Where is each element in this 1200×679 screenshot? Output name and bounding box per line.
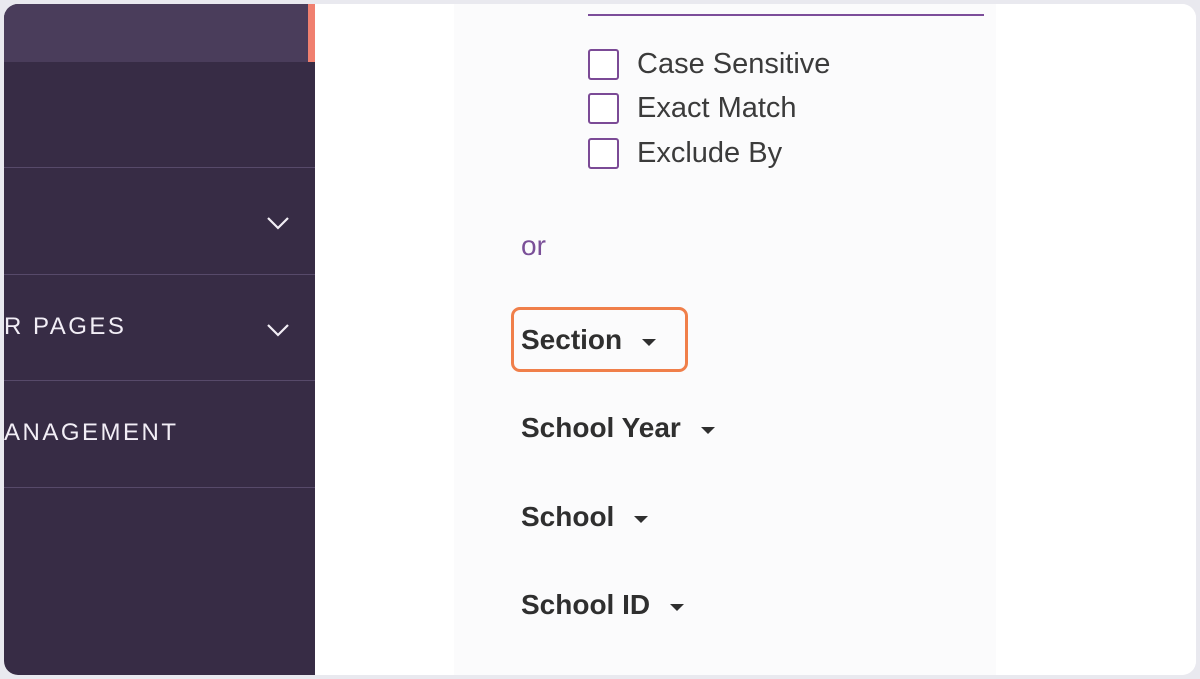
- chevron-down-icon: [267, 217, 289, 230]
- active-indicator: [308, 4, 315, 62]
- search-input-underline: [588, 14, 984, 16]
- exclude-by-label: Exclude By: [637, 136, 783, 169]
- caret-down-icon: [642, 338, 657, 346]
- exclude-by-checkbox[interactable]: [588, 137, 619, 169]
- case-sensitive-label: Case Sensitive: [637, 47, 831, 80]
- school-id-dropdown-label: School ID: [521, 589, 651, 620]
- or-separator: or: [521, 230, 546, 261]
- exact-match-option[interactable]: Exact Match: [588, 91, 797, 125]
- school-year-dropdown-label: School Year: [521, 412, 681, 443]
- school-dropdown[interactable]: School: [521, 501, 649, 533]
- sidebar-nav: R PAGES ANAGEMENT: [4, 4, 315, 675]
- sidebar-divider: [4, 487, 315, 488]
- section-dropdown[interactable]: Section: [521, 324, 657, 356]
- case-sensitive-option[interactable]: Case Sensitive: [588, 47, 830, 81]
- sidebar-item-label: R PAGES: [4, 313, 127, 340]
- sidebar-item-pages[interactable]: R PAGES: [4, 275, 315, 380]
- case-sensitive-checkbox[interactable]: [588, 48, 619, 80]
- caret-down-icon: [670, 603, 685, 611]
- sidebar-item-label: ANAGEMENT: [4, 419, 179, 446]
- caret-down-icon: [700, 426, 715, 434]
- app-window: R PAGES ANAGEMENT Case Sensitive Exact M…: [4, 4, 1196, 675]
- school-dropdown-label: School: [521, 501, 615, 532]
- exact-match-label: Exact Match: [637, 91, 797, 124]
- sidebar-item-1[interactable]: [4, 63, 315, 167]
- chevron-down-icon: [267, 324, 289, 337]
- exact-match-checkbox[interactable]: [588, 92, 619, 124]
- sidebar-item-2[interactable]: [4, 168, 315, 274]
- exclude-by-option[interactable]: Exclude By: [588, 136, 782, 170]
- sidebar-item-active[interactable]: [4, 4, 315, 62]
- school-id-dropdown[interactable]: School ID: [521, 589, 685, 621]
- section-dropdown-label: Section: [521, 324, 623, 355]
- caret-down-icon: [634, 515, 649, 523]
- school-year-dropdown[interactable]: School Year: [521, 412, 715, 444]
- sidebar-item-management[interactable]: ANAGEMENT: [4, 381, 315, 487]
